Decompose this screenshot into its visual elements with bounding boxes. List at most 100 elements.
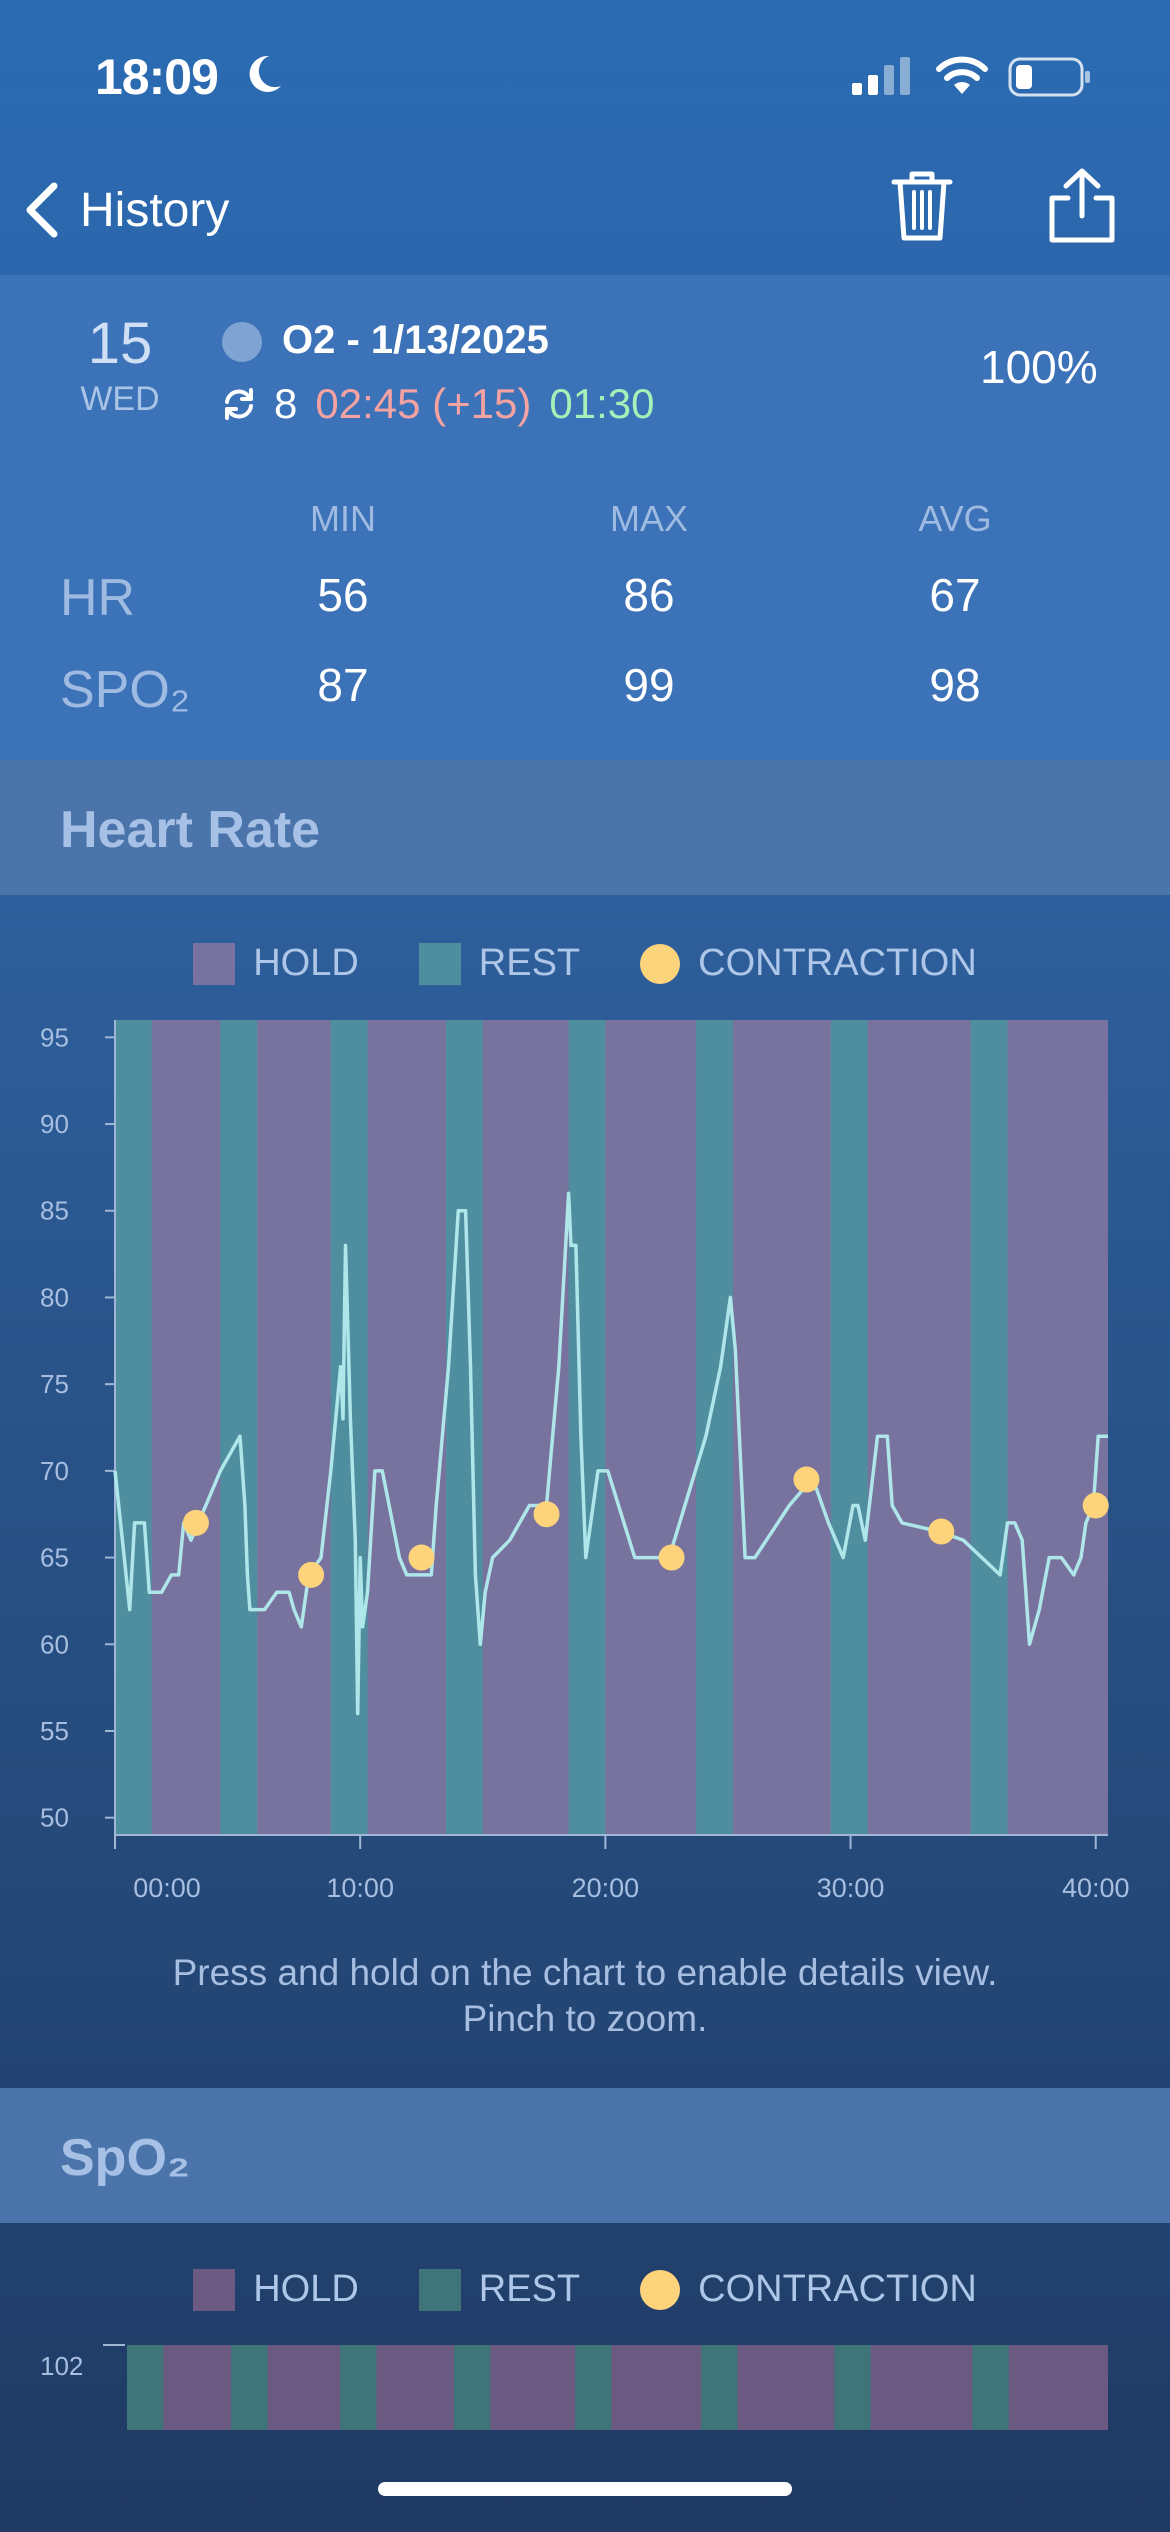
rest-band <box>575 2345 612 2430</box>
hold-time: 02:45 (+15) <box>315 380 532 427</box>
y-tick-label: 95 <box>40 1022 69 1052</box>
y-tick-label: 60 <box>40 1629 69 1659</box>
repeat-icon <box>225 388 253 420</box>
spo2-min: 87 <box>317 659 369 711</box>
rest-band <box>454 2345 491 2430</box>
cycle-count: 8 <box>274 380 298 427</box>
rest-band <box>701 2345 738 2430</box>
home-indicator <box>378 2482 792 2496</box>
rest-band <box>830 1020 868 1835</box>
stats-column-avg: AVG <box>918 498 992 539</box>
device-battery: 100% <box>980 341 1098 393</box>
legend-contraction-label: CONTRACTION <box>698 2268 977 2310</box>
legend-rest: REST <box>418 942 581 985</box>
rest-band <box>220 1020 258 1835</box>
x-tick-label: 30:00 <box>817 1873 885 1903</box>
day-name: WED <box>80 380 160 418</box>
contraction-point <box>182 1509 209 1536</box>
rest-band <box>231 2345 268 2430</box>
y-tick-label: 65 <box>40 1543 69 1573</box>
stats-column-max: MAX <box>609 498 688 539</box>
y-tick-label: 50 <box>40 1803 69 1833</box>
battery-status-icon <box>1008 57 1090 97</box>
contraction-point <box>793 1466 820 1493</box>
hr-min: 56 <box>317 569 369 621</box>
legend-hold: HOLD <box>193 2268 359 2311</box>
heart-rate-chart[interactable]: 95 90 85 80 75 70 65 60 55 50 00:00 10:00 20:00 30:00… <box>0 1000 1170 1920</box>
contraction-point <box>408 1544 435 1571</box>
legend-hold: HOLD <box>193 942 359 985</box>
wifi-icon <box>936 56 988 94</box>
x-tick-label: 20:00 <box>572 1873 640 1903</box>
rest-time: 01:30 <box>549 380 655 427</box>
legend-rest: REST <box>418 2268 581 2311</box>
contraction-point <box>928 1518 955 1545</box>
rest-swatch <box>418 2268 461 2311</box>
y-tick-label: 75 <box>40 1369 69 1399</box>
chart-hint: Press and hold on the chart to enable de… <box>0 1950 1170 2042</box>
session-title: O2 - 1/13/2025 <box>282 318 549 362</box>
rest-band <box>972 2345 1009 2430</box>
hr-max: 86 <box>623 569 675 621</box>
y-tick-label: 90 <box>40 1109 69 1139</box>
back-label: History <box>80 183 230 237</box>
spo2-title: SpO₂ <box>60 2129 190 2187</box>
contraction-point <box>658 1544 685 1571</box>
legend-rest-label: REST <box>478 2268 581 2310</box>
legend-contraction: CONTRACTION <box>640 942 977 985</box>
spo2-max: 99 <box>623 659 675 711</box>
legend-contraction-label: CONTRACTION <box>698 942 977 984</box>
legend-rest-label: REST <box>478 942 581 984</box>
hold-swatch <box>193 942 236 985</box>
x-tick-label: 00:00 <box>133 1873 201 1903</box>
rest-band <box>446 1020 483 1835</box>
rest-band <box>340 2345 377 2430</box>
chart-hint-line2: Pinch to zoom. <box>462 1998 708 2039</box>
rest-band <box>115 1020 152 1835</box>
rest-band <box>834 2345 871 2430</box>
spo2-chart[interactable]: 102 <box>0 2330 1170 2430</box>
contraction-point <box>533 1501 560 1528</box>
contraction-swatch <box>640 2269 681 2310</box>
y-tick-label: 102 <box>40 2351 83 2381</box>
legend-hold-label: HOLD <box>253 2268 359 2310</box>
moon-icon <box>249 55 281 92</box>
back-button[interactable]: History <box>22 175 229 245</box>
status-time: 18:09 <box>95 48 219 106</box>
hr-avg: 67 <box>929 569 981 621</box>
cycle-row: 8 02:45 (+15) 01:30 <box>222 380 654 428</box>
contraction-point <box>1082 1492 1109 1519</box>
contraction-point <box>298 1561 325 1588</box>
hold-band <box>115 1020 1108 1835</box>
stats-column-min: MIN <box>310 498 376 539</box>
chart-hint-line1: Press and hold on the chart to enable de… <box>172 1952 998 1993</box>
rest-band <box>568 1020 606 1835</box>
signal-icon <box>852 57 910 95</box>
spo2-legend: HOLD REST CONTRACTION <box>0 2268 1170 2311</box>
session-status-dot <box>222 322 262 362</box>
day-number: 15 <box>87 311 153 376</box>
y-tick-label: 80 <box>40 1282 69 1312</box>
legend-hold-label: HOLD <box>253 942 359 984</box>
rest-band <box>696 1020 733 1835</box>
stats-row-label-hr: HR <box>60 569 136 627</box>
chevron-left-icon <box>26 182 58 238</box>
y-tick-label: 55 <box>40 1716 69 1746</box>
contraction-swatch <box>640 943 681 984</box>
share-icon[interactable] <box>1042 166 1122 246</box>
heart-rate-title: Heart Rate <box>60 801 321 859</box>
rest-swatch <box>418 942 461 985</box>
trash-icon[interactable] <box>888 168 956 244</box>
legend-contraction: CONTRACTION <box>640 2268 977 2311</box>
heart-rate-legend: HOLD REST CONTRACTION <box>0 942 1170 985</box>
status-time-text: 18:09 <box>95 49 219 105</box>
stats-row-label-spo2: SPO₂ <box>60 661 190 719</box>
rest-band <box>970 1020 1008 1835</box>
rest-band <box>127 2345 164 2430</box>
x-tick-label: 10:00 <box>326 1873 394 1903</box>
y-tick-label: 85 <box>40 1196 69 1226</box>
x-tick-label: 40:00 <box>1062 1873 1130 1903</box>
hold-swatch <box>193 2268 236 2311</box>
spo2-avg: 98 <box>929 659 981 711</box>
hold-band <box>127 2345 1108 2430</box>
